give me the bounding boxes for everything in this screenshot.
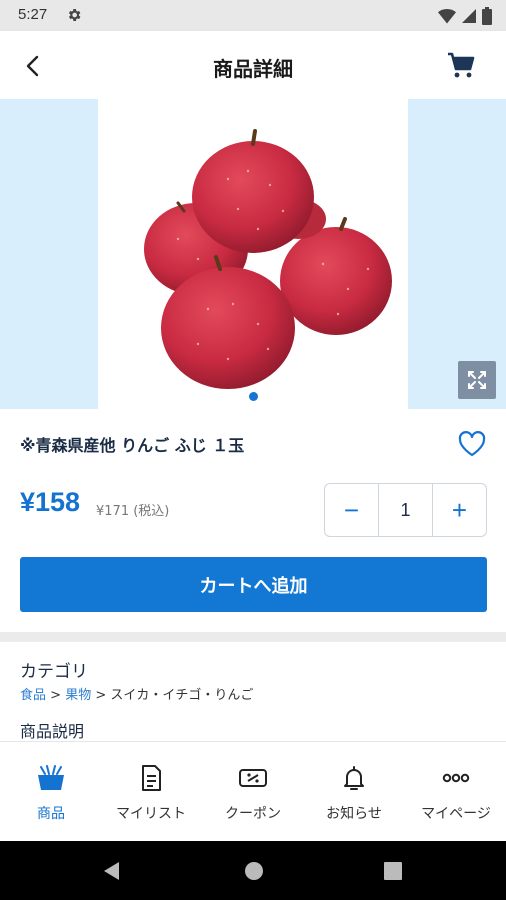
breadcrumb-separator: > xyxy=(91,688,111,703)
coupon-icon xyxy=(239,769,267,787)
expand-image-button[interactable] xyxy=(458,361,496,399)
breadcrumb-current: スイカ・イチゴ・りんご xyxy=(110,688,254,703)
nav-item-mylist[interactable]: マイリスト xyxy=(101,742,201,842)
product-image-carousel[interactable] xyxy=(0,99,506,409)
nav-item-mypage[interactable]: マイページ xyxy=(406,742,506,842)
nav-item-notifications[interactable]: お知らせ xyxy=(304,742,404,842)
wifi-icon xyxy=(438,9,456,24)
quantity-increase-button[interactable]: + xyxy=(433,484,486,536)
cart-icon[interactable] xyxy=(446,51,476,79)
cell-signal-icon xyxy=(462,9,476,23)
quantity-value[interactable]: 1 xyxy=(378,484,433,536)
page-title: 商品詳細 xyxy=(213,57,293,81)
nav-label-coupon: クーポン xyxy=(225,806,281,822)
nav-item-products[interactable]: 商品 xyxy=(1,742,101,842)
heart-icon[interactable] xyxy=(457,430,487,458)
description-heading: 商品説明 xyxy=(20,722,85,741)
bottom-navigation: 商品 マイリスト クーポン お知らせ マイページ xyxy=(0,741,506,841)
nav-label-mypage: マイページ xyxy=(421,806,491,822)
status-time: 5:27 xyxy=(18,6,48,23)
expand-icon xyxy=(468,371,486,389)
breadcrumb-separator: > xyxy=(46,688,66,703)
product-price-tax-included: ¥171 (税込) xyxy=(96,504,170,519)
breadcrumb-link-fruit[interactable]: 果物 xyxy=(65,688,91,703)
bell-icon xyxy=(344,766,364,790)
product-name: ※青森県産他 りんご ふじ １玉 xyxy=(20,436,245,455)
breadcrumb-link-food[interactable]: 食品 xyxy=(20,688,46,703)
product-price: ¥158 xyxy=(20,487,81,517)
nav-item-coupon[interactable]: クーポン xyxy=(203,742,303,842)
more-dots-icon xyxy=(442,773,470,783)
breadcrumb: 食品 > 果物 > スイカ・イチゴ・りんご xyxy=(20,684,253,703)
category-heading: カテゴリ xyxy=(20,662,88,682)
status-bar: 5:27 xyxy=(0,0,506,31)
list-icon xyxy=(142,765,161,791)
settings-gear-icon xyxy=(68,9,81,21)
system-recents-icon[interactable] xyxy=(383,861,403,881)
carousel-indicator-dot[interactable] xyxy=(249,392,258,401)
apple-image xyxy=(144,129,392,389)
quantity-decrease-button[interactable]: − xyxy=(325,484,378,536)
product-image xyxy=(98,99,408,409)
nav-label-products: 商品 xyxy=(37,806,65,822)
quantity-stepper: − 1 + xyxy=(324,483,487,537)
battery-icon xyxy=(482,7,492,25)
app-header: 商品詳細 xyxy=(0,31,506,99)
add-to-cart-button[interactable]: カートへ追加 xyxy=(20,557,487,612)
system-back-icon[interactable] xyxy=(101,860,123,882)
nav-label-mylist: マイリスト xyxy=(116,806,186,822)
section-divider xyxy=(0,632,506,642)
system-navigation-bar xyxy=(0,841,506,900)
nav-label-notifications: お知らせ xyxy=(326,806,382,822)
system-home-icon[interactable] xyxy=(243,860,265,882)
shopping-basket-icon xyxy=(38,765,64,790)
